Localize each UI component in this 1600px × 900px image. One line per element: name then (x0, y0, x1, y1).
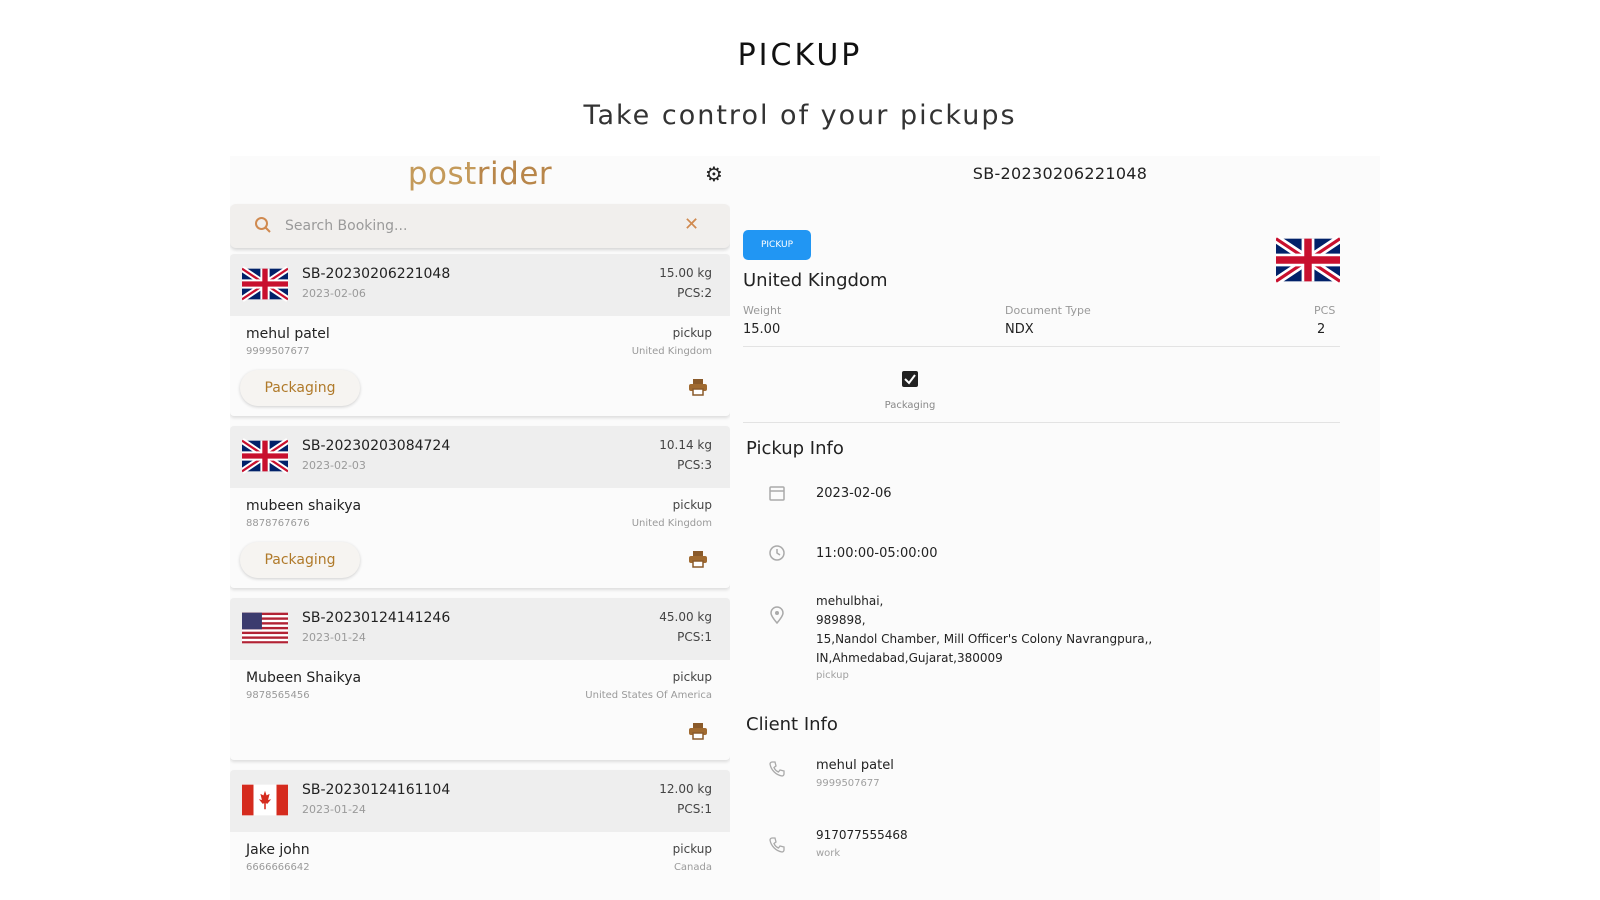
customer-name: mehul patel (246, 326, 330, 342)
customer-phone: 8878767676 (246, 518, 310, 529)
document-type-value: NDX (1005, 322, 1034, 337)
pickup-time: 11:00:00-05:00:00 (816, 546, 938, 561)
clear-search-icon[interactable]: ✕ (684, 214, 699, 235)
calendar-icon (769, 486, 785, 501)
divider (743, 346, 1340, 347)
client-alt-phone-label: work (816, 848, 841, 859)
booking-pcs: PCS:1 (677, 802, 712, 816)
pcs-value: 2 (1317, 322, 1326, 337)
search-icon (255, 217, 271, 233)
booking-card-header: SB-20230124141246 2023-01-24 45.00 kg PC… (230, 598, 730, 660)
bookings-panel: postrider ⚙ ✕ SB-20230206221048 2 (230, 156, 730, 900)
divider (743, 422, 1340, 423)
booking-pcs: PCS:1 (677, 630, 712, 644)
pcs-label: PCS (1314, 304, 1336, 317)
clock-icon (769, 545, 785, 561)
booking-weight: 12.00 kg (659, 782, 712, 796)
booking-weight: 10.14 kg (659, 438, 712, 452)
booking-weight: 45.00 kg (659, 610, 712, 624)
destination-country: Canada (673, 862, 712, 873)
booking-card-header: SB-20230124161104 2023-01-24 12.00 kg PC… (230, 770, 730, 832)
client-phone: 9999507677 (816, 778, 880, 789)
booking-card-header: SB-20230203084724 2023-02-03 10.14 kg PC… (230, 426, 730, 488)
customer-phone: 9999507677 (246, 346, 310, 357)
detail-country: United Kingdom (743, 270, 888, 291)
app-window: postrider ⚙ ✕ SB-20230206221048 2 (230, 156, 1380, 900)
customer-phone: 9878565456 (246, 690, 310, 701)
printer-icon[interactable] (688, 722, 708, 740)
uk-flag-icon (1276, 236, 1340, 284)
booking-date: 2023-01-24 (302, 803, 366, 816)
booking-type: pickup (672, 326, 712, 340)
client-info-title: Client Info (746, 714, 838, 735)
address-line: 989898, (816, 613, 866, 627)
booking-card[interactable]: SB-20230203084724 2023-02-03 10.14 kg PC… (230, 426, 730, 588)
customer-phone: 6666666642 (246, 862, 310, 873)
app-logo: postrider (407, 156, 553, 192)
customer-name: mubeen shaikya (246, 498, 362, 514)
customer-name: Mubeen Shaikya (246, 670, 362, 686)
destination-country: United Kingdom (631, 346, 712, 357)
destination-country: United Kingdom (631, 518, 712, 529)
booking-type: pickup (672, 842, 712, 856)
booking-id: SB-20230124141246 (302, 610, 451, 626)
weight-value: 15.00 (743, 322, 781, 337)
destination-country: United States Of America (585, 690, 712, 701)
address-line: IN,Ahmedabad,Gujarat,380009 (816, 651, 1003, 665)
uk-flag-icon (242, 266, 288, 302)
address-type: pickup (816, 670, 849, 681)
us-flag-icon (242, 612, 288, 644)
booking-type: pickup (672, 670, 712, 684)
printer-icon[interactable] (688, 378, 708, 396)
weight-label: Weight (743, 304, 782, 317)
address-line: mehulbhai, (816, 594, 884, 608)
phone-icon[interactable] (768, 836, 786, 854)
booking-detail-panel: SB-20230206221048 PICKUP United Kingdom … (740, 156, 1380, 900)
search-input[interactable] (285, 212, 665, 240)
page-subheadline: Take control of your pickups (583, 100, 1017, 131)
booking-date: 2023-01-24 (302, 631, 366, 644)
booking-card[interactable]: SB-20230206221048 2023-02-06 15.00 kg PC… (230, 254, 730, 416)
search-bar: ✕ (230, 204, 730, 248)
phone-icon[interactable] (768, 760, 786, 778)
booking-card-header: SB-20230206221048 2023-02-06 15.00 kg PC… (230, 254, 730, 316)
gear-icon[interactable]: ⚙ (704, 164, 724, 184)
pickup-info-title: Pickup Info (746, 438, 844, 459)
client-name: mehul patel (816, 758, 894, 773)
booking-id: SB-20230203084724 (302, 438, 451, 454)
tab-packaging[interactable]: Packaging (870, 400, 950, 411)
location-pin-icon (770, 606, 784, 624)
uk-flag-icon (242, 438, 288, 474)
canada-flag-icon (242, 784, 288, 816)
booking-pcs: PCS:2 (677, 286, 712, 300)
status-button[interactable]: Packaging (240, 370, 360, 406)
printer-icon[interactable] (688, 550, 708, 568)
booking-date: 2023-02-03 (302, 459, 366, 472)
booking-weight: 15.00 kg (659, 266, 712, 280)
booking-card[interactable]: SB-20230124141246 2023-01-24 45.00 kg PC… (230, 598, 730, 760)
booking-id: SB-20230206221048 (302, 266, 451, 282)
pickup-date: 2023-02-06 (816, 486, 892, 501)
address-line: 15,Nandol Chamber, Mill Officer's Colony… (816, 632, 1153, 646)
customer-name: Jake john (246, 842, 310, 858)
booking-pcs: PCS:3 (677, 458, 712, 472)
pickup-badge: PICKUP (743, 230, 811, 260)
detail-title: SB-20230206221048 (972, 164, 1148, 183)
booking-id: SB-20230124161104 (302, 782, 451, 798)
status-button[interactable]: Packaging (240, 542, 360, 578)
booking-card[interactable]: SB-20230124161104 2023-01-24 12.00 kg PC… (230, 770, 730, 900)
booking-type: pickup (672, 498, 712, 512)
packaging-tab-icon[interactable] (901, 370, 919, 388)
booking-date: 2023-02-06 (302, 287, 366, 300)
document-type-label: Document Type (1005, 304, 1091, 317)
page-headline: PICKUP (737, 38, 863, 73)
client-alt-phone: 917077555468 (816, 828, 908, 842)
